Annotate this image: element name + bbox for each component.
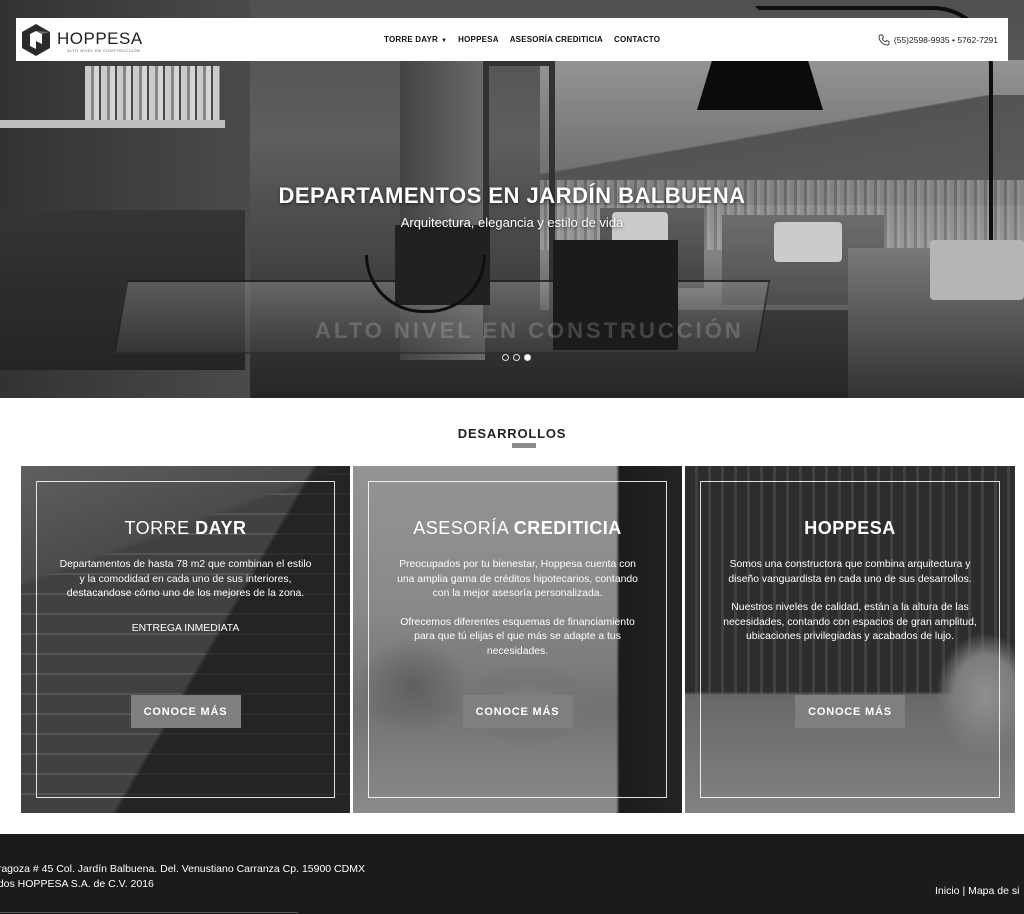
conoce-mas-button[interactable]: CONOCE MÁS [130,695,241,728]
logo-name: HOPPESA [57,29,143,48]
footer-divider [0,912,298,913]
logo-tagline: ALTO NIVEL EN CONSTRUCCIÓN [67,48,141,53]
card-paragraph: Departamentos de hasta 78 m2 que combina… [59,559,312,600]
slider-dot-3[interactable] [524,354,531,361]
footer: aragoza # 45 Col. Jardín Balbuena. Del. … [0,834,1024,914]
menu-item-contacto[interactable]: CONTACTO [614,35,660,44]
main-menu: TORRE DAYR ▼ HOPPESA ASESORÍA CREDITICIA … [384,18,671,61]
card-title: ASESORÍA CREDITICIA [413,518,622,538]
card-text: Somos una constructora que combina arqui… [723,558,977,659]
card-asesoria-crediticia: ASESORÍA CREDITICIA Preocupados por tu b… [353,466,682,813]
card-paragraph: ENTREGA INMEDIATA [131,622,240,634]
card-paragraph: Ofrecemos diferentes esquemas de financi… [400,616,635,657]
menu-item-asesoria[interactable]: ASESORÍA CREDITICIA [510,35,603,44]
card-title: HOPPESA [804,518,896,538]
phone-number: (55)2598-9935 • 5762-7291 [893,34,998,45]
footer-link-mapa[interactable]: Mapa de si [968,885,1019,897]
card-text: Preocupados por tu bienestar, Hoppesa cu… [391,558,644,674]
section-title: DESARROLLOS [457,426,567,441]
hero-subtitle: Arquitectura, elegancia y estilo de vida [400,215,624,230]
card-hoppesa: HOPPESA Somos una constructora que combi… [685,466,1015,813]
slider-dot-1[interactable] [502,354,509,361]
card-paragraph: Somos una constructora que combina arqui… [728,559,972,585]
footer-link-inicio[interactable]: Inicio [935,885,960,897]
card-text: Departamentos de hasta 78 m2 que combina… [59,558,312,650]
hero-title: DEPARTAMENTOS EN JARDÍN BALBUENA [278,183,746,208]
navbar: HOPPESA ALTO NIVEL EN CONSTRUCCIÓN TORRE… [16,18,1008,61]
phone-icon [878,34,890,45]
footer-link-separator: | [962,885,966,897]
logo[interactable]: HOPPESA ALTO NIVEL EN CONSTRUCCIÓN [22,22,162,58]
logo-mark-icon [22,24,50,56]
header-phone[interactable]: (55)2598-9935 • 5762-7291 [878,18,998,61]
card-torre-dayr: TORRE DAYR Departamentos de hasta 78 m2 … [21,466,350,813]
footer-links: Inicio | Mapa de si [935,885,1019,897]
hero-watermark: ALTO NIVEL EN CONSTRUCCIÓN [315,318,744,343]
card-paragraph: Preocupados por tu bienestar, Hoppesa cu… [397,559,638,600]
card-title: TORRE DAYR [124,518,247,538]
menu-item-hoppesa[interactable]: HOPPESA [458,35,499,44]
conoce-mas-button[interactable]: CONOCE MÁS [795,695,905,728]
menu-item-label: TORRE DAYR [384,35,439,44]
card-paragraph: Nuestros niveles de calidad, están a la … [723,602,977,643]
footer-copyright: ados HOPPESA S.A. de C.V. 2016 [0,878,154,890]
caret-down-icon: ▼ [441,38,448,44]
section-title-underline [512,443,536,448]
conoce-mas-button[interactable]: CONOCE MÁS [462,695,573,728]
footer-address: aragoza # 45 Col. Jardín Balbuena. Del. … [0,863,365,875]
slider-dot-2[interactable] [513,354,520,361]
menu-item-torre-dayr[interactable]: TORRE DAYR ▼ [384,35,447,44]
slider-dots [502,354,531,361]
developments-cards: TORRE DAYR Departamentos de hasta 78 m2 … [21,466,1015,813]
